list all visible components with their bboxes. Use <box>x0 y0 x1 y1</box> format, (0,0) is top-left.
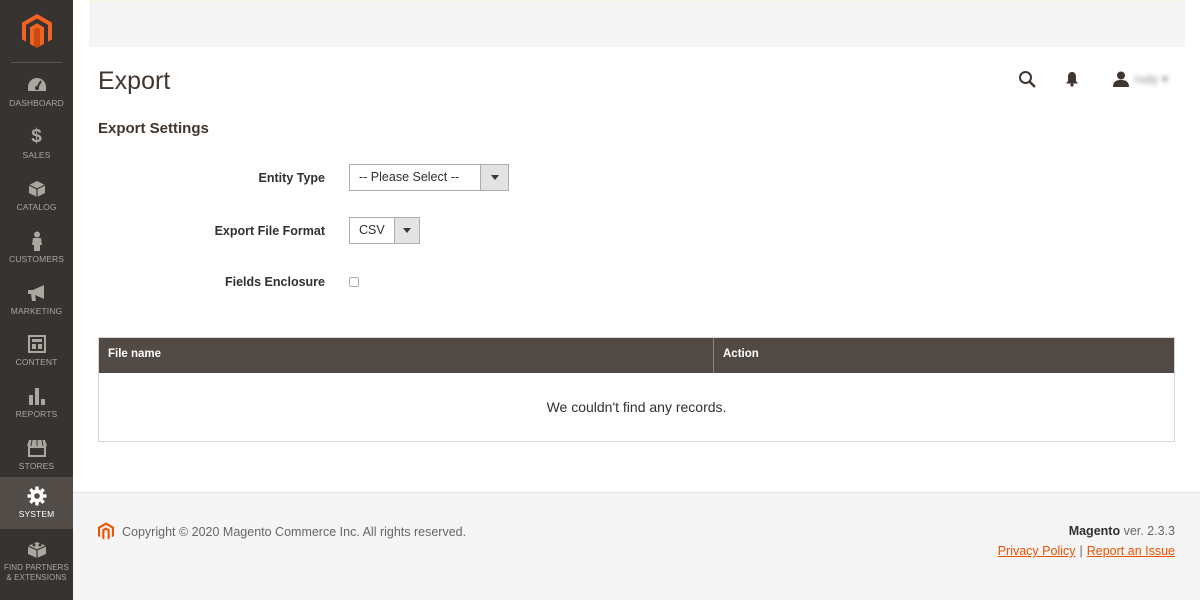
copyright-text: Copyright © 2020 Magento Commerce Inc. A… <box>122 524 467 539</box>
footer-links: Privacy Policy | Report an Issue <box>998 544 1175 558</box>
fields-enclosure-row: Fields Enclosure <box>98 275 359 289</box>
bar-chart-icon <box>27 386 47 406</box>
layout-icon <box>27 334 47 354</box>
sidebar-item-label: Marketing <box>10 306 63 316</box>
bell-icon[interactable] <box>1061 68 1083 90</box>
megaphone-icon <box>27 283 47 303</box>
gear-icon <box>27 486 47 506</box>
report-issue-link[interactable]: Report an Issue <box>1087 544 1175 558</box>
sidebar-item-label: Reports <box>15 409 58 419</box>
sidebar-item-label: Dashboard <box>9 98 64 108</box>
entity-type-select[interactable]: -- Please Select -- <box>349 164 509 191</box>
box-icon <box>27 179 47 199</box>
page-title: Export <box>98 67 171 95</box>
chevron-down-icon <box>393 218 419 243</box>
sidebar-item-customers[interactable]: Customers <box>0 226 73 278</box>
dollar-icon: $ <box>31 126 42 147</box>
magento-logo[interactable] <box>0 0 73 62</box>
storefront-icon <box>26 438 47 458</box>
sidebar-item-content[interactable]: Content <box>0 329 73 381</box>
sidebar-item-label: Customers <box>8 254 65 264</box>
sidebar-item-label: Catalog <box>16 202 57 212</box>
export-files-grid: File name Action We couldn't find any re… <box>98 337 1175 442</box>
version-info: Magento ver. 2.3.3 <box>1069 524 1175 538</box>
sidebar-item-dashboard[interactable]: Dashboard <box>0 70 73 122</box>
chevron-down-icon: ▾ <box>1161 72 1168 86</box>
file-format-select[interactable]: CSV <box>349 217 420 244</box>
copyright: Copyright © 2020 Magento Commerce Inc. A… <box>98 522 466 541</box>
sidebar-item-reports[interactable]: Reports <box>0 381 73 433</box>
grid-header: File name Action <box>99 338 1174 373</box>
version-number: ver. 2.3.3 <box>1123 524 1175 538</box>
user-name: rudy <box>1134 72 1158 86</box>
column-header-action[interactable]: Action <box>714 338 1174 373</box>
entity-type-value: -- Please Select -- <box>359 170 460 184</box>
admin-sidebar: Dashboard $ Sales Catalog Customers Mark… <box>0 0 73 600</box>
sidebar-item-sales[interactable]: $ Sales <box>0 122 73 174</box>
fields-enclosure-label: Fields Enclosure <box>224 275 325 289</box>
page-footer: Copyright © 2020 Magento Commerce Inc. A… <box>73 492 1200 600</box>
sidebar-item-label: Content <box>15 357 58 367</box>
sidebar-item-label: Sales <box>22 150 51 160</box>
file-format-row: Export File Format CSV <box>98 217 420 244</box>
sidebar-item-find-partners[interactable]: Find Partners & Extensions <box>0 535 73 585</box>
sidebar-item-system[interactable]: System <box>0 477 73 529</box>
file-format-value: CSV <box>359 223 385 237</box>
section-title: Export Settings <box>98 120 209 137</box>
system-messages-bar <box>89 0 1185 47</box>
privacy-policy-link[interactable]: Privacy Policy <box>998 544 1076 558</box>
magento-logo-icon <box>98 522 114 540</box>
sidebar-item-marketing[interactable]: Marketing <box>0 278 73 330</box>
sidebar-item-catalog[interactable]: Catalog <box>0 174 73 226</box>
magento-logo-icon <box>21 14 52 48</box>
search-icon[interactable] <box>1016 68 1038 90</box>
column-header-file-name[interactable]: File name <box>99 338 714 373</box>
entity-type-label: Entity Type <box>258 170 325 185</box>
file-format-label: Export File Format <box>214 223 325 238</box>
logo-divider <box>11 62 62 63</box>
sidebar-item-label: Find Partners & Extensions <box>3 563 69 582</box>
user-account-button[interactable]: rudy ▾ <box>1112 71 1168 87</box>
brand-name: Magento <box>1068 524 1121 538</box>
blocks-icon <box>27 540 47 560</box>
header-actions: rudy ▾ <box>1016 68 1168 90</box>
sidebar-item-label: Stores <box>18 461 55 471</box>
dashboard-icon <box>27 75 47 95</box>
fields-enclosure-checkbox[interactable] <box>349 277 359 287</box>
link-separator: | <box>1079 544 1083 558</box>
person-icon <box>27 231 47 251</box>
user-icon <box>1112 71 1129 87</box>
chevron-down-icon <box>480 165 508 190</box>
sidebar-item-label: System <box>18 509 55 519</box>
grid-empty-message: We couldn't find any records. <box>99 373 1174 441</box>
entity-type-row: Entity Type -- Please Select -- <box>98 164 509 191</box>
